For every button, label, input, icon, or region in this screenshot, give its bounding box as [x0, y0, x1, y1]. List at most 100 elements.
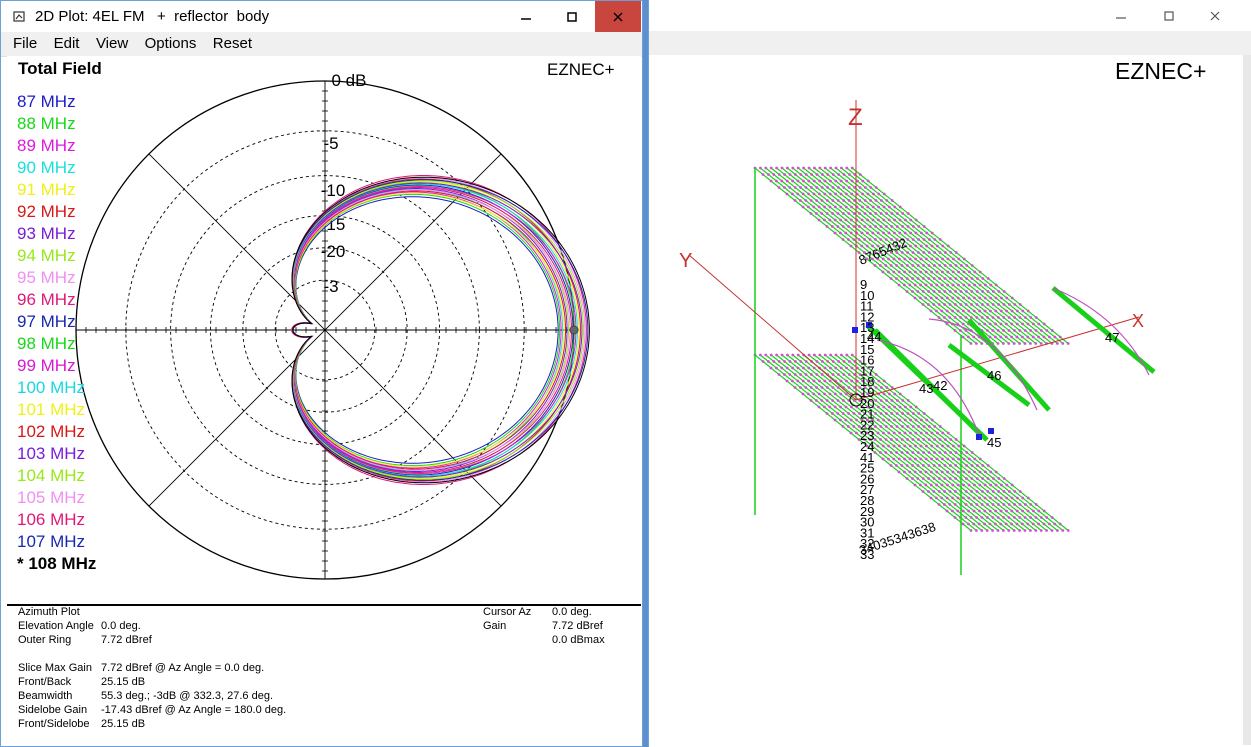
segment-dot [845, 179, 848, 183]
menu-options[interactable]: Options [145, 32, 197, 52]
segment-dot [1034, 529, 1038, 532]
segment-dot [775, 166, 778, 170]
menu-view[interactable]: View [96, 32, 128, 52]
segment-dot [780, 353, 784, 357]
segment-dot [812, 366, 816, 370]
segment-dot [895, 264, 898, 267]
segment-dot [991, 516, 995, 519]
segment-dot [938, 290, 941, 293]
segment-dot [879, 264, 882, 267]
segment-dot [941, 431, 945, 435]
menu-reset[interactable]: Reset [213, 32, 252, 52]
segment-dot [1007, 503, 1011, 506]
scrollbar[interactable] [1243, 55, 1251, 745]
segment-dot [917, 225, 921, 228]
segment-dot [850, 205, 853, 209]
segment-dot [895, 438, 899, 441]
menu-file[interactable]: File [13, 32, 37, 52]
segment-dot [999, 509, 1003, 513]
segment-dot [802, 179, 805, 183]
segment-dot [954, 277, 958, 280]
segment-dot [839, 379, 843, 383]
segment-dot [941, 244, 945, 248]
legend-item: 101 MHz [17, 400, 86, 419]
segment-dot [1021, 496, 1025, 500]
segment-dot [1000, 483, 1003, 487]
segment-dot [1037, 509, 1041, 513]
segment-dot [944, 251, 947, 254]
segment-dot [940, 309, 944, 313]
segment-dot [887, 444, 890, 448]
segment-dot [957, 444, 961, 448]
segment-dot [961, 509, 965, 513]
segment-dot [815, 212, 818, 215]
antenna-3d-view[interactable]: Z Y X 8765432 9 10 11 12 13 14 15 16 17 18 19 20 21 22 23 2… [649, 55, 1244, 745]
segment-dot [959, 329, 962, 332]
segment-dot [912, 412, 915, 415]
segment-dot [887, 257, 890, 261]
segment-dot [877, 405, 880, 409]
segment-dot [788, 373, 792, 376]
maximize-button[interactable] [549, 1, 595, 32]
segment-dot [946, 444, 950, 448]
segment-dot [909, 418, 912, 422]
segment-dot [911, 290, 914, 293]
close-icon [613, 12, 623, 21]
segment-dot [826, 173, 830, 176]
segment-dot [949, 464, 952, 467]
segment-dot [1008, 490, 1011, 493]
segment-dot [911, 425, 915, 428]
segment-dot [882, 405, 886, 409]
segment-dot [1039, 342, 1043, 345]
close-button[interactable] [595, 1, 641, 32]
segment-dot [874, 412, 877, 415]
title-bar[interactable]: 2D Plot: 4EL FM + reflector body [1, 1, 642, 32]
segment-dot [956, 296, 960, 300]
segment-dot [922, 451, 925, 454]
segment-dot [914, 231, 918, 235]
close-button-right[interactable] [1192, 0, 1238, 31]
segment-dot [898, 218, 902, 222]
segment-dot [871, 231, 875, 235]
polar-plot-area[interactable]: 0 dB -5 -10 -15 -20 -3 Total Field EZNEC+ 87 … [7, 56, 641, 606]
segment-dot [906, 412, 910, 415]
menu-edit[interactable]: Edit [54, 32, 80, 52]
segment-dot [780, 179, 784, 183]
segment-dot [948, 477, 952, 480]
segment-dot [876, 231, 880, 235]
segment-dot [794, 360, 797, 363]
segment-dot [840, 353, 843, 357]
segment-dot [869, 212, 872, 215]
segment-dot [1026, 322, 1030, 326]
segment-dot [889, 264, 893, 267]
segment-dot [946, 431, 950, 435]
segment-dot [994, 335, 997, 339]
segment-dot [930, 444, 934, 448]
title-bar-right[interactable] [649, 0, 1251, 31]
segment-dot [1010, 296, 1014, 300]
segment-dot [769, 353, 773, 357]
segment-dot [937, 503, 941, 506]
segment-dot [866, 179, 870, 183]
segment-dot [828, 205, 832, 209]
segment-dot [906, 264, 909, 267]
segment-dot [888, 392, 891, 396]
segment-dot [927, 464, 931, 467]
segment-dot [983, 296, 987, 300]
minimize-button[interactable] [503, 1, 549, 32]
segment-dot [964, 516, 968, 519]
segment-dot [946, 257, 950, 261]
segment-dot [989, 470, 993, 474]
minimize-button-right[interactable] [1098, 0, 1144, 31]
segment-dot [972, 509, 976, 513]
segment-dot [951, 457, 955, 461]
segment-dot [881, 444, 885, 448]
segment-dot [909, 218, 913, 222]
segment-dot [962, 270, 966, 274]
segment-dot [1042, 509, 1046, 513]
segment-dot [848, 360, 851, 363]
maximize-button-right[interactable] [1146, 0, 1192, 31]
segment-dot [943, 503, 946, 506]
segment-dot [1015, 522, 1019, 526]
segment-dot [826, 186, 829, 189]
